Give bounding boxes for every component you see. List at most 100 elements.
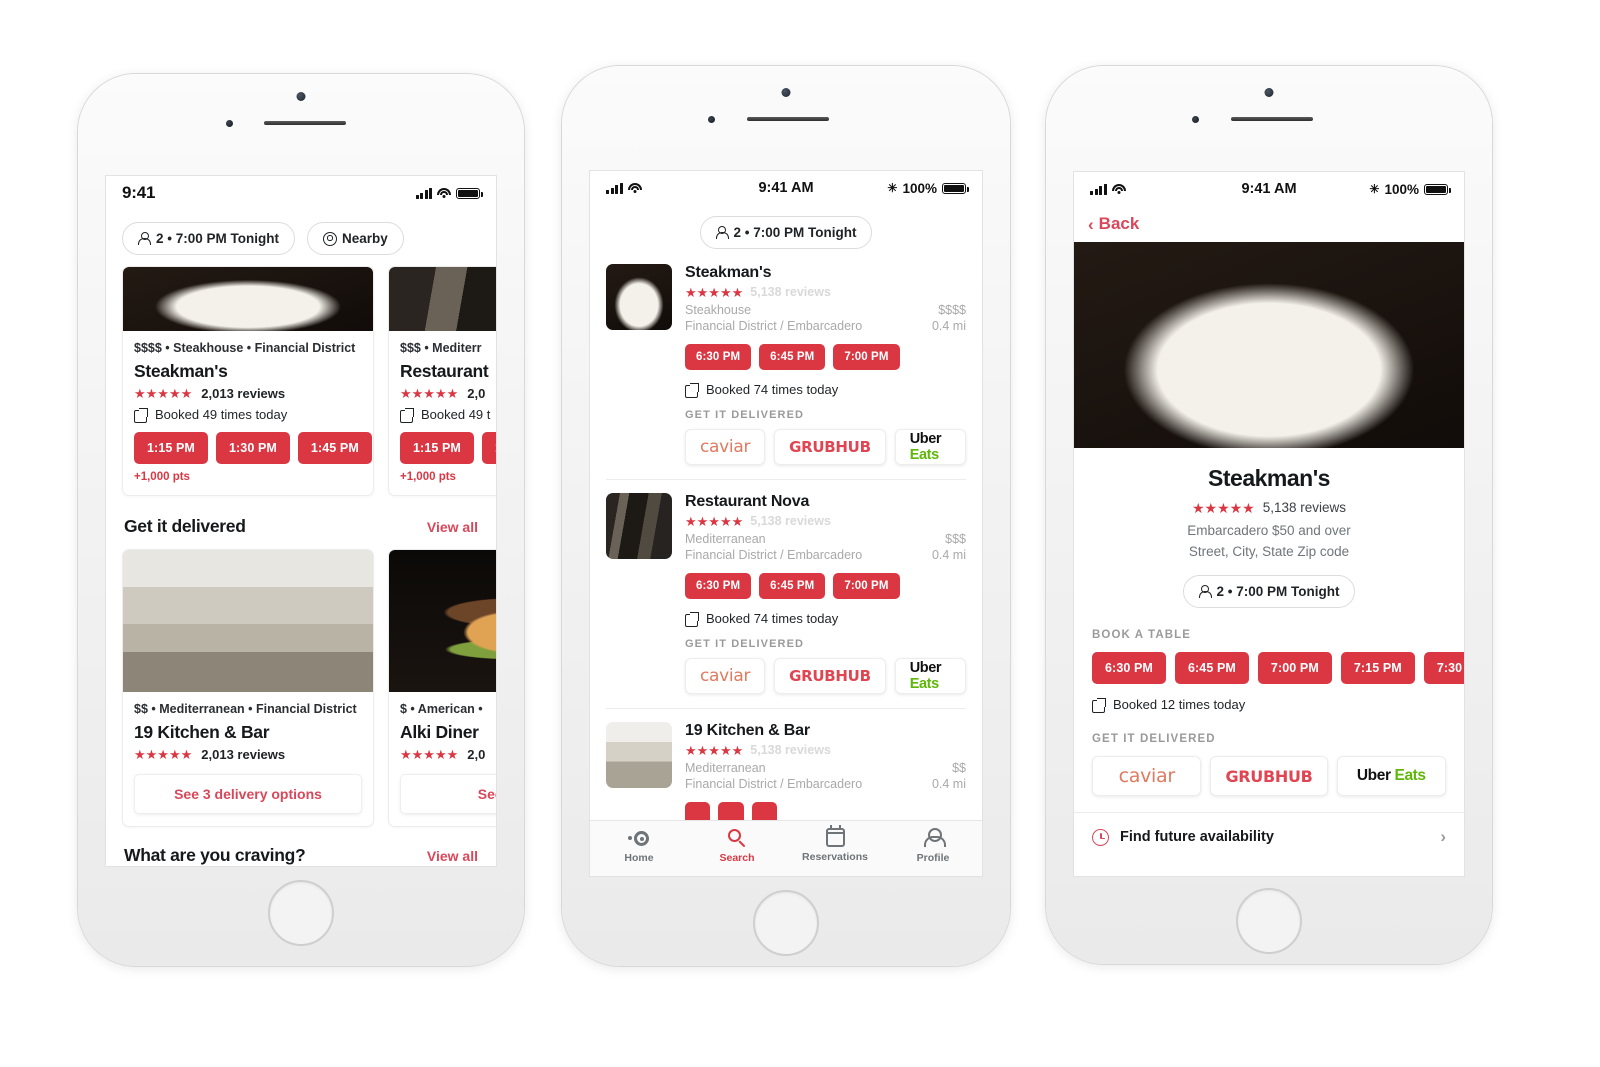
tab-home[interactable]: Home bbox=[590, 828, 688, 864]
restaurant-list-item[interactable]: 19 Kitchen & Bar ★★★★★ 5,138 reviews Med… bbox=[590, 709, 982, 828]
grubhub-button[interactable]: GRUBHUB bbox=[1210, 756, 1328, 797]
distance-label: 0.4 mi bbox=[931, 777, 966, 791]
restaurant-name: Steakman's bbox=[685, 264, 772, 281]
booked-count: Booked 74 times today bbox=[685, 611, 966, 627]
booked-count: Booked 74 times today bbox=[685, 382, 966, 398]
review-count: 5,138 reviews bbox=[750, 285, 831, 299]
grubhub-button[interactable]: GRUBHUB bbox=[774, 658, 886, 694]
star-rating: ★★★★★ bbox=[400, 747, 459, 762]
cuisine-label: Mediterranean bbox=[685, 532, 766, 546]
time-slot-button[interactable]: 7:15 PM bbox=[1340, 652, 1415, 685]
time-slot-button[interactable]: 1:30 bbox=[481, 432, 496, 464]
time-slot-button[interactable]: 1:45 PM bbox=[297, 432, 372, 464]
battery-icon bbox=[942, 182, 969, 194]
delivery-photo bbox=[123, 550, 373, 692]
status-left-group bbox=[1090, 183, 1241, 195]
ubereats-button[interactable]: Uber Eats bbox=[894, 429, 966, 465]
time-slot-button[interactable]: 6:45 PM bbox=[1174, 652, 1249, 685]
earpiece-speaker bbox=[747, 117, 829, 121]
chevron-left-icon: ‹ bbox=[1088, 214, 1094, 234]
review-count: 5,138 reviews bbox=[750, 514, 831, 528]
restaurant-list-item[interactable]: Steakman's ★★★★★ 5,138 reviews Steakhous… bbox=[590, 262, 982, 465]
star-rating: ★★★★★ bbox=[685, 742, 744, 758]
delivery-card[interactable]: $$ • Mediterranean • Financial District … bbox=[122, 549, 374, 827]
home-button[interactable] bbox=[753, 890, 819, 956]
calendar-icon bbox=[825, 825, 845, 847]
tab-profile[interactable]: Profile bbox=[884, 828, 982, 864]
booked-label: Booked 49 t bbox=[421, 407, 491, 422]
ubereats-button[interactable]: Uber Eats bbox=[1336, 756, 1446, 797]
time-slot-button[interactable]: 6:30 PM bbox=[685, 344, 752, 370]
grubhub-button[interactable]: GRUBHUB bbox=[774, 429, 886, 465]
time-slot-button[interactable]: 7:00 PM bbox=[833, 573, 900, 599]
time-slot-button[interactable]: 7:00 PM bbox=[1257, 652, 1332, 685]
wifi-icon bbox=[627, 182, 642, 194]
restaurant-name: Restaurant Nova bbox=[685, 493, 810, 510]
time-slot-button[interactable]: 6:45 PM bbox=[759, 573, 826, 599]
time-slot-row: 6:30 PM 6:45 PM 7:00 PM bbox=[685, 573, 966, 599]
view-all-link[interactable]: View all bbox=[427, 519, 478, 535]
bluetooth-icon: ✳ bbox=[887, 181, 898, 195]
review-count: 2,013 reviews bbox=[201, 747, 286, 762]
delivery-card[interactable]: $ • American • Alki Diner ★★★★★ 2,0 See … bbox=[388, 549, 496, 827]
delivery-photo bbox=[389, 550, 496, 692]
restaurant-detail-line-2: Street, City, State Zip code bbox=[1188, 543, 1350, 559]
phone2-filter-row: 2 • 7:00 PM Tonight bbox=[590, 205, 982, 262]
see-delivery-options-button[interactable]: See 3 deliv bbox=[400, 774, 496, 814]
section-title: What are you craving? bbox=[124, 845, 306, 865]
time-slot-button[interactable]: 6:30 PM bbox=[685, 573, 752, 599]
nearby-filter[interactable]: Nearby bbox=[306, 222, 404, 255]
restaurant-card[interactable]: $$$$ • Steakhouse • Financial District S… bbox=[122, 266, 374, 496]
section-title: Get it delivered bbox=[124, 516, 246, 536]
time-slot-button[interactable]: 7:00 PM bbox=[833, 344, 900, 370]
time-slot-button[interactable]: 6:30 PM bbox=[1092, 652, 1166, 685]
party-time-label: 2 • 7:00 PM Tonight bbox=[156, 231, 279, 246]
home-button[interactable] bbox=[1236, 888, 1302, 954]
find-future-availability-row[interactable]: Find future availability › bbox=[1074, 813, 1464, 847]
party-time-filter[interactable]: 2 • 7:00 PM Tonight bbox=[1182, 575, 1356, 609]
party-time-filter[interactable]: 2 • 7:00 PM Tonight bbox=[699, 216, 873, 249]
phone3-nav-bar: ‹ Back bbox=[1074, 206, 1464, 242]
home-button[interactable] bbox=[268, 880, 334, 946]
ubereats-button[interactable]: Uber Eats bbox=[894, 658, 966, 694]
proximity-sensor-icon bbox=[1192, 116, 1199, 123]
wifi-icon bbox=[437, 187, 451, 199]
trending-icon bbox=[134, 408, 148, 423]
restaurant-name: Steakman's bbox=[1208, 465, 1330, 491]
restaurant-card[interactable]: $$$ • Mediterr Restaurant ★★★★★ 2,0 Book… bbox=[388, 266, 496, 496]
time-slot-button[interactable]: 6:45 PM bbox=[759, 344, 826, 370]
view-all-link[interactable]: View all bbox=[427, 848, 478, 864]
time-slot-button[interactable]: 1:15 PM bbox=[400, 432, 474, 464]
grubhub-logo: GRUBHUB bbox=[789, 438, 871, 456]
party-time-label: 2 • 7:00 PM Tonight bbox=[733, 225, 857, 240]
restaurant-list-item[interactable]: Restaurant Nova ★★★★★ 5,138 reviews Medi… bbox=[590, 480, 982, 694]
see-delivery-options-button[interactable]: See 3 delivery options bbox=[134, 774, 362, 814]
tab-reservations[interactable]: Reservations bbox=[786, 825, 884, 863]
caviar-button[interactable]: caviar bbox=[685, 429, 766, 465]
delivered-label: GET IT DELIVERED bbox=[1092, 733, 1216, 746]
time-slot-button[interactable]: 7:30 bbox=[1423, 652, 1464, 685]
caviar-button[interactable]: caviar bbox=[1092, 756, 1202, 797]
party-time-filter[interactable]: 2 • 7:00 PM Tonight bbox=[122, 222, 295, 255]
price-level: $$ bbox=[952, 761, 966, 775]
time-slot-button[interactable]: 1:30 PM bbox=[215, 432, 290, 464]
restaurant-meta: $$$ • Mediterr bbox=[400, 341, 482, 355]
book-a-table-label: BOOK A TABLE bbox=[1092, 629, 1192, 642]
wifi-icon bbox=[1111, 183, 1126, 195]
trending-icon bbox=[1092, 698, 1106, 713]
time-slot-button[interactable]: 1:15 PM bbox=[134, 432, 208, 464]
review-count: 5,138 reviews bbox=[1262, 500, 1347, 515]
status-right-group bbox=[301, 187, 483, 199]
front-camera-icon bbox=[781, 88, 791, 97]
back-button[interactable]: ‹ Back bbox=[1088, 214, 1139, 234]
bluetooth-icon: ✳ bbox=[1369, 182, 1380, 196]
craving-section-header: What are you craving? View all bbox=[106, 827, 496, 866]
book-time-slot-row[interactable]: 6:30 PM 6:45 PM 7:00 PM 7:15 PM 7:30 bbox=[1074, 652, 1464, 685]
phone1-delivery-carousel[interactable]: $$ • Mediterranean • Financial District … bbox=[106, 549, 496, 827]
caviar-logo: caviar bbox=[700, 437, 751, 457]
caviar-button[interactable]: caviar bbox=[685, 658, 766, 694]
tab-search[interactable]: Search bbox=[688, 828, 786, 864]
booked-count: Booked 12 times today bbox=[1074, 697, 1464, 713]
review-count: 2,0 bbox=[467, 747, 486, 762]
phone1-restaurant-carousel[interactable]: $$$$ • Steakhouse • Financial District S… bbox=[106, 266, 496, 496]
